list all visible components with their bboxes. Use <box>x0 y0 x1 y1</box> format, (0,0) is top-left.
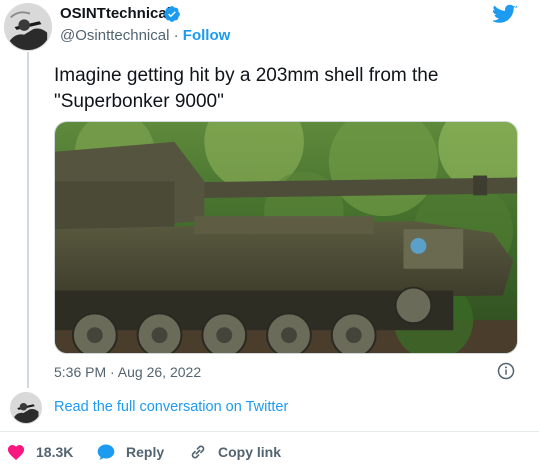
thread-connector-line <box>27 52 29 388</box>
reader-avatar[interactable] <box>10 392 42 424</box>
actions-divider <box>0 431 539 432</box>
reply-button[interactable]: Reply <box>96 438 164 466</box>
tweet-timestamp[interactable]: 5:36 PM · Aug 26, 2022 <box>54 364 201 380</box>
tweet-text: Imagine getting hit by a 203mm shell fro… <box>54 65 439 112</box>
author-display-name[interactable]: OSINTtechnical <box>60 5 171 22</box>
twitter-bird-icon[interactable] <box>493 4 518 26</box>
link-icon <box>191 445 205 459</box>
author-handle-line: @Osinttechnical · Follow <box>60 27 230 44</box>
read-conversation-link[interactable]: Read the full conversation on Twitter <box>54 399 288 415</box>
info-icon[interactable] <box>497 362 515 380</box>
tweet-photo[interactable] <box>54 121 518 354</box>
separator-dot: · <box>169 27 183 44</box>
heart-icon <box>7 445 25 460</box>
reply-label: Reply <box>126 444 165 460</box>
follow-link[interactable]: Follow <box>183 27 231 44</box>
verified-badge-icon <box>164 6 180 22</box>
copy-link-button[interactable]: Copy link <box>188 438 281 466</box>
author-avatar[interactable] <box>4 3 52 51</box>
copy-link-label: Copy link <box>218 444 282 460</box>
like-button[interactable]: 18.3K <box>6 438 73 466</box>
like-count: 18.3K <box>36 444 74 460</box>
author-handle[interactable]: @Osinttechnical <box>60 27 169 44</box>
action-bar: 18.3K Reply Copy link <box>0 438 539 466</box>
reply-bubble-icon <box>97 444 115 460</box>
tweet-embed-card: OSINTtechnical @Osinttechnical · Follow … <box>0 0 539 469</box>
